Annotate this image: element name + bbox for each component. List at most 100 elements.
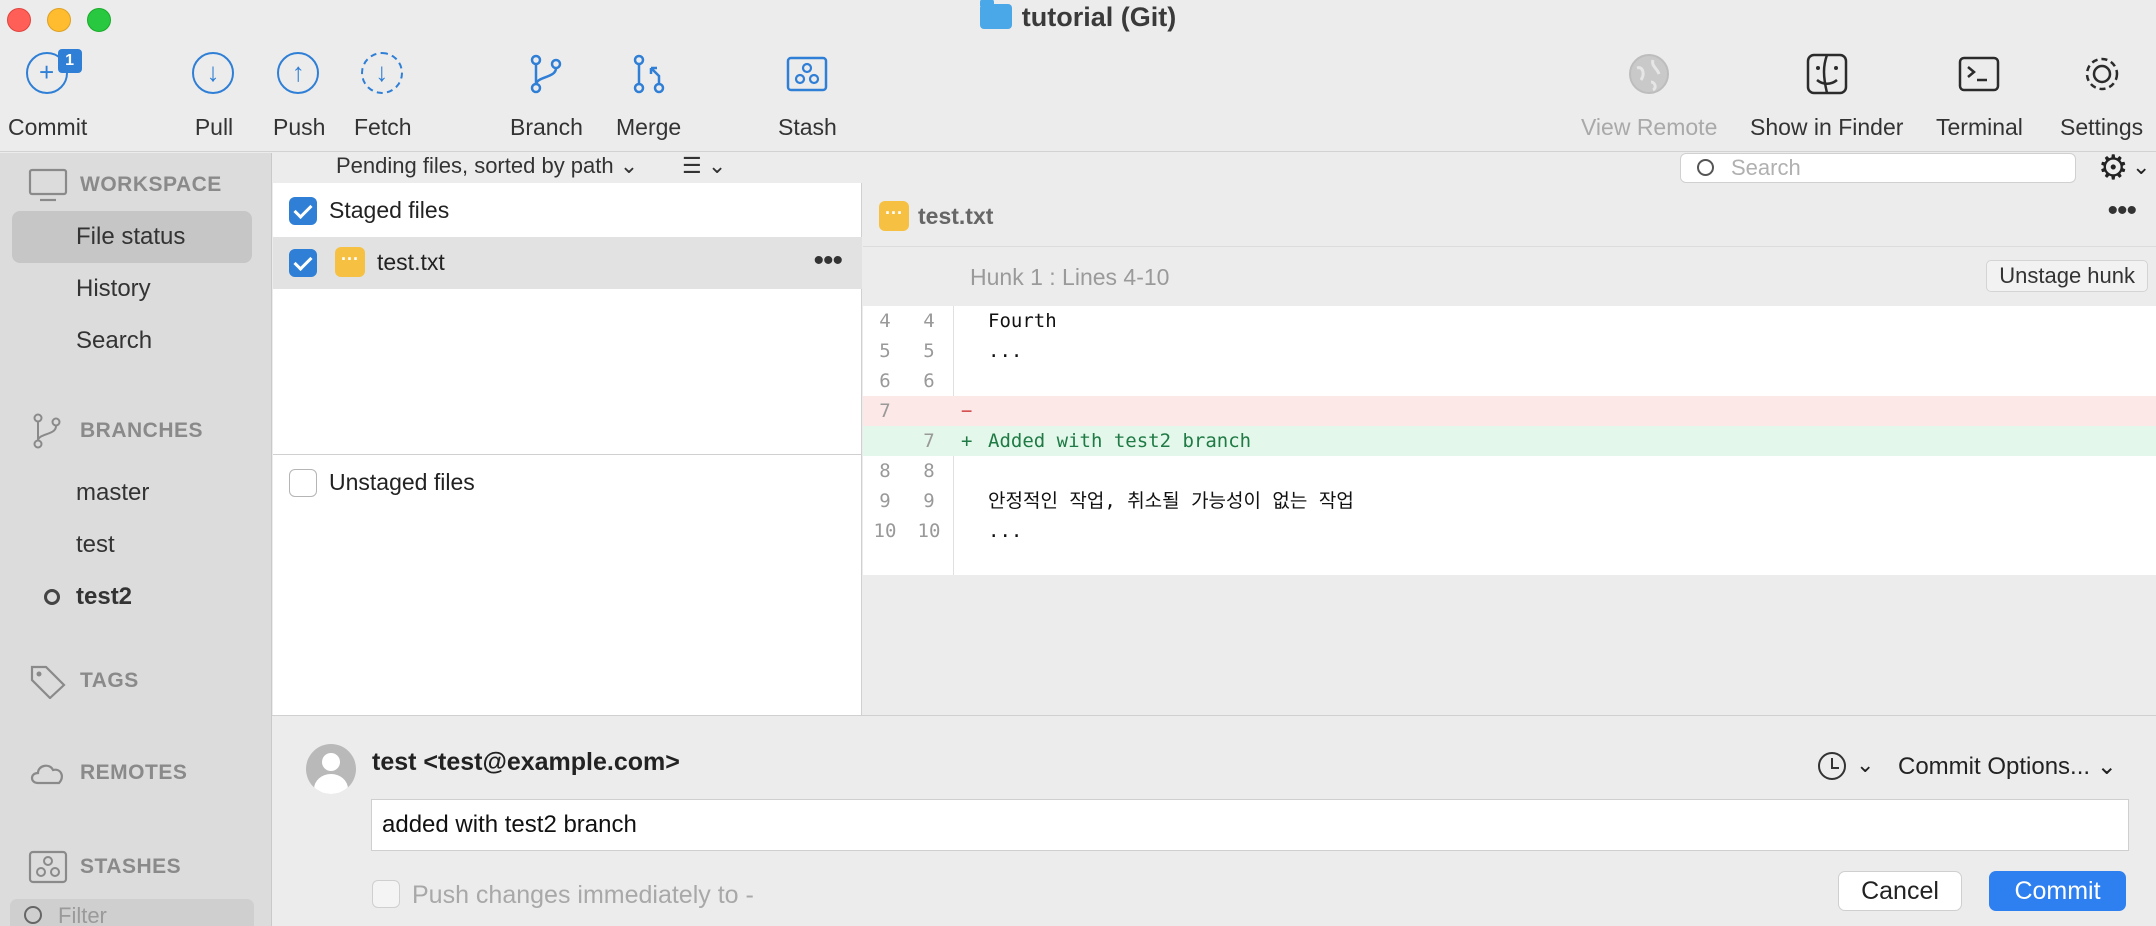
globe-icon: [1627, 52, 1671, 96]
new-line-number: 8: [923, 460, 935, 482]
chevron-down-icon[interactable]: ⌄: [2132, 154, 2150, 180]
staged-files-group: Staged files: [273, 183, 862, 237]
diff-line[interactable]: 4 4 Fourth: [863, 306, 2156, 336]
push-immediately-checkbox[interactable]: [372, 880, 400, 908]
branch-button[interactable]: Branch: [510, 52, 583, 141]
diff-line[interactable]: 10 10...: [863, 516, 2156, 546]
unstage-hunk-button[interactable]: Unstage hunk: [1986, 260, 2148, 292]
gear-icon[interactable]: ⚙: [2098, 148, 2128, 188]
search-input[interactable]: Search: [1680, 153, 2076, 183]
sidebar-filter-input[interactable]: Filter: [10, 899, 254, 926]
unstaged-files-group: Unstaged files: [273, 455, 862, 509]
settings-button[interactable]: Settings: [2060, 52, 2143, 141]
old-line-number: 5: [879, 340, 891, 362]
diff-line-text: ...: [988, 520, 1023, 542]
tags-header[interactable]: TAGS: [28, 663, 139, 699]
cloud-icon: [30, 764, 63, 785]
new-line-number: 4: [923, 310, 935, 332]
commit-message-field[interactable]: added with test2 branch: [371, 799, 2129, 851]
diff-line[interactable]: 88: [863, 456, 2156, 486]
diff-line[interactable]: 7 + Added with test2 branch: [863, 426, 2156, 456]
diff-line-text: ...: [988, 340, 1023, 362]
commit-badge: 1: [57, 49, 82, 73]
terminal-button[interactable]: Terminal: [1936, 52, 2023, 141]
diff-line[interactable]: 5 5...: [863, 336, 2156, 366]
diff-line-text: Fourth: [988, 310, 1057, 332]
sort-dropdown[interactable]: Pending files, sorted by path ⌄: [336, 153, 638, 179]
view-remote-button[interactable]: View Remote: [1581, 52, 1717, 141]
commit-panel: test <test@example.com> ⌄ Commit Options…: [272, 715, 2156, 926]
branches-header[interactable]: BRANCHES: [28, 413, 203, 449]
tag-icon: [30, 665, 66, 699]
commit-button[interactable]: Commit: [1989, 871, 2126, 911]
avatar: [306, 744, 356, 794]
staged-files-checkbox[interactable]: [289, 197, 317, 225]
commit-toolbar-button[interactable]: + 1 Commit: [8, 49, 87, 141]
push-icon: ↑: [277, 52, 321, 96]
old-line-number: 7: [879, 400, 891, 422]
file-row[interactable]: ··· test.txt •••: [273, 237, 862, 289]
unstaged-files-checkbox[interactable]: [289, 469, 317, 497]
chevron-down-icon[interactable]: ⌄: [1856, 752, 1874, 778]
gear-icon: [2080, 52, 2124, 96]
new-line-number: 10: [917, 520, 941, 542]
new-line-number: 9: [923, 490, 935, 512]
workspace-header[interactable]: WORKSPACE: [28, 167, 222, 203]
view-mode-dropdown[interactable]: ☰ ⌄: [682, 153, 726, 179]
fetch-icon: ↓: [360, 52, 405, 96]
modified-file-icon: ···: [335, 247, 365, 277]
merge-button[interactable]: Merge: [616, 52, 681, 141]
old-line-number: 4: [879, 310, 891, 332]
stash-button[interactable]: Stash: [778, 52, 837, 141]
search-icon: [24, 906, 42, 924]
sidebar-item-history[interactable]: History: [12, 263, 252, 315]
diff-line[interactable]: 66: [863, 366, 2156, 396]
current-branch-indicator-icon: [44, 589, 60, 605]
files-header: Pending files, sorted by path ⌄ ☰ ⌄: [272, 153, 862, 183]
remotes-header[interactable]: REMOTES: [28, 755, 187, 791]
diff-view: 4 4 Fourth 5 5... 6 6 7−7 + Added with test2 bran…: [863, 306, 2156, 575]
diff-line-text: 안정적인 작업, 취소될 가능성이 없는 작업: [988, 490, 1354, 512]
show-in-finder-button[interactable]: Show in Finder: [1750, 52, 1903, 141]
old-line-number: 10: [873, 520, 897, 542]
sidebar-item-branch-test2[interactable]: test2: [12, 571, 252, 623]
file-list-panel: Staged files ··· test.txt ••• Unstaged f…: [273, 183, 862, 715]
search-icon: [1697, 159, 1714, 176]
commit-author: test <test@example.com>: [372, 748, 680, 776]
sidebar-item-search[interactable]: Search: [12, 315, 252, 367]
commit-options-dropdown[interactable]: Commit Options... ⌄: [1898, 752, 2117, 781]
hunk-header: Hunk 1 : Lines 4-10 Unstage hunk: [863, 250, 2156, 306]
stash-icon: [785, 52, 829, 96]
branch-icon: [33, 413, 61, 449]
diff-marker: +: [961, 430, 973, 452]
old-line-number: 8: [879, 460, 891, 482]
modified-file-icon: ···: [879, 201, 909, 231]
diff-header: ··· test.txt •••: [863, 183, 2156, 247]
clock-icon[interactable]: [1818, 752, 1846, 780]
more-options-icon[interactable]: •••: [813, 246, 842, 276]
list-icon: ☰: [682, 153, 702, 178]
pull-button[interactable]: ↓ Pull: [192, 52, 236, 141]
diff-marker: −: [961, 400, 973, 422]
branch-icon: [524, 52, 568, 96]
fetch-button[interactable]: ↓ Fetch: [354, 52, 412, 141]
stashes-header[interactable]: STASHES: [28, 849, 181, 885]
diff-line[interactable]: 7−: [863, 396, 2156, 426]
sidebar-item-branch-test[interactable]: test: [12, 519, 252, 571]
push-immediately-label: Push changes immediately to -: [412, 881, 754, 909]
merge-icon: [627, 52, 671, 96]
more-options-icon[interactable]: •••: [2107, 196, 2136, 226]
sidebar-item-file-status[interactable]: File status: [12, 211, 252, 263]
diff-line[interactable]: 9 9 안정적인 작업, 취소될 가능성이 없는 작업: [863, 486, 2156, 516]
sidebar-item-branch-master[interactable]: master: [12, 467, 252, 519]
monitor-icon: [28, 168, 68, 202]
finder-icon: [1805, 52, 1849, 96]
file-checkbox[interactable]: [289, 249, 317, 277]
diff-line-text: Added with test2 branch: [988, 430, 1252, 452]
folder-icon: [979, 0, 1012, 29]
old-line-number: 6: [879, 370, 891, 392]
cancel-button[interactable]: Cancel: [1838, 871, 1962, 911]
toolbar: tutorial (Git) + 1 Commit ↓ Pull ↑ Push …: [0, 0, 2156, 152]
push-button[interactable]: ↑ Push: [273, 52, 325, 141]
new-line-number: 7: [923, 430, 935, 452]
